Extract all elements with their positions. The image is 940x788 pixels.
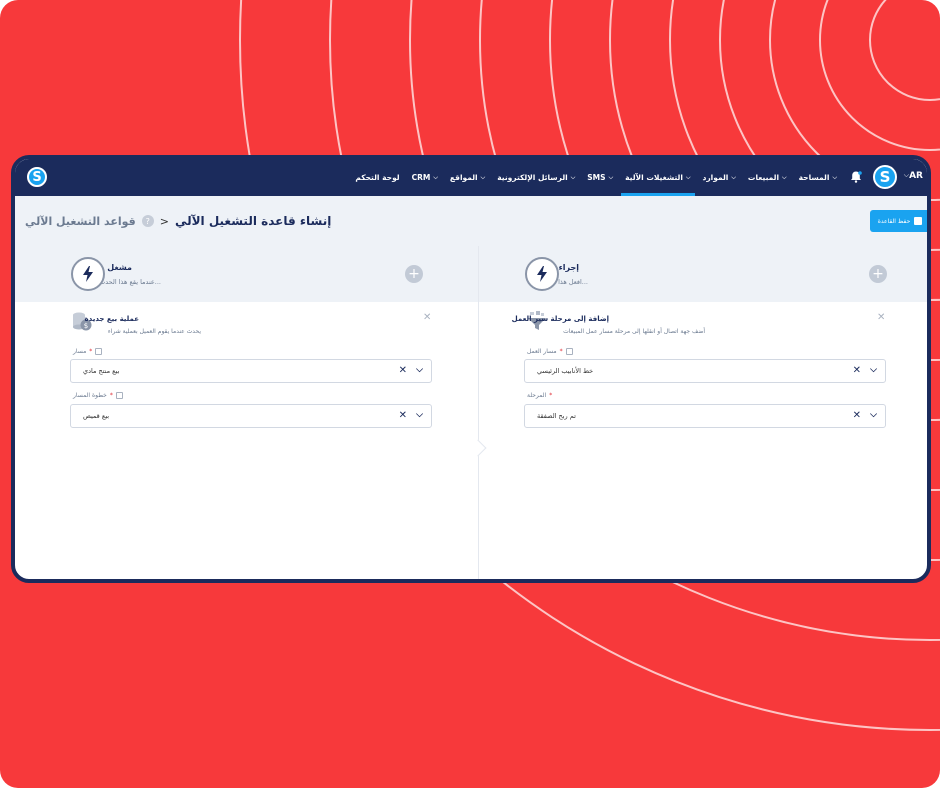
trigger-card-subtitle: يحدث عندما يقوم العميل بعملية شراء: [107, 328, 201, 335]
bell-icon[interactable]: [849, 170, 863, 184]
action-card-title: إضافة إلى مرحلة سير العمل: [511, 315, 609, 323]
required-mark: *: [89, 348, 93, 355]
chevron-down-icon: ⌵: [608, 173, 614, 181]
trigger-panel-header: + مشغل عندما يقع هذا الحدث...: [15, 246, 478, 302]
nav-label: المواقع: [449, 173, 478, 182]
nav-item-resources[interactable]: الموارد ⌵: [697, 159, 742, 196]
trigger-step-select[interactable]: بيع قميص ✕ ⌵: [70, 404, 432, 428]
nav-item-sites[interactable]: المواقع ⌵: [444, 159, 491, 196]
trigger-subtitle: عندما يقع هذا الحدث...: [99, 278, 161, 286]
clear-icon[interactable]: ✕: [853, 410, 861, 421]
page-title: إنشاء قاعدة التشغيل الآلي: [174, 214, 332, 228]
breadcrumb-separator: <: [159, 214, 169, 228]
clear-icon[interactable]: ✕: [399, 410, 407, 421]
main-menu: المساحة ⌵ المبيعات ⌵ الموارد ⌵ التشغيلات ال…: [349, 159, 843, 196]
select-value: تم ربح الصفقة: [537, 412, 576, 420]
svg-text:$: $: [84, 322, 88, 330]
nav-label: SMS: [587, 173, 606, 182]
nav-label: المساحة: [798, 173, 830, 182]
action-pipeline-select[interactable]: خط الأنابيب الرئيسي ✕ ⌵: [524, 359, 886, 383]
chevron-down-icon[interactable]: ⌵: [870, 410, 877, 420]
chevron-down-icon: ⌵: [480, 173, 486, 181]
lightning-icon: [71, 257, 105, 291]
chevron-down-icon: ⌵: [570, 173, 576, 181]
page-header: إنشاء قاعدة التشغيل الآلي < ? قواعد التش…: [15, 196, 927, 246]
chevron-down-icon[interactable]: ⌵: [870, 365, 877, 375]
breadcrumb-parent-link[interactable]: قواعد التشغيل الآلي: [25, 215, 136, 228]
save-rule-button[interactable]: حفظ القاعدة: [870, 210, 927, 232]
select-value: بيع منتج مادي: [83, 367, 120, 375]
nav-item-emails[interactable]: الرسائل الإلكترونية ⌵: [491, 159, 581, 196]
close-icon[interactable]: ✕: [423, 312, 431, 323]
add-action-button[interactable]: +: [869, 265, 887, 283]
chevron-down-icon: ⌵: [782, 173, 787, 181]
save-icon: [914, 217, 923, 225]
field-label-text: خطوة المسار: [73, 392, 107, 399]
action-field-label-stage: المرحلة *: [527, 392, 552, 399]
action-title: إجراء: [558, 263, 579, 272]
user-avatar[interactable]: S: [873, 165, 897, 189]
select-value: بيع قميص: [83, 412, 110, 420]
add-trigger-button[interactable]: +: [405, 265, 423, 283]
panel-divider: [478, 246, 479, 579]
chevron-down-icon[interactable]: ⌵: [416, 365, 423, 375]
clear-icon[interactable]: ✕: [853, 365, 861, 376]
chevron-down-icon[interactable]: ⌵: [416, 410, 423, 420]
trigger-field-label-step: خطوة المسار *: [73, 392, 123, 399]
action-card-subtitle: أضف جهة اتصال أو انقلها إلى مرحلة مسار ع…: [563, 328, 705, 335]
nav-item-space[interactable]: المساحة ⌵: [793, 159, 843, 196]
external-link-icon[interactable]: [115, 392, 123, 399]
save-button-label: حفظ القاعدة: [877, 217, 911, 225]
nav-label: CRM: [411, 173, 431, 182]
top-navbar: S المساحة ⌵ المبيعات ⌵ الموارد ⌵ التشغيلات …: [15, 159, 927, 196]
select-value: خط الأنابيب الرئيسي: [537, 367, 594, 375]
nav-item-sales[interactable]: المبيعات ⌵: [742, 159, 793, 196]
action-field-label-pipeline: مسار العمل *: [527, 348, 573, 355]
nav-label: الموارد: [702, 173, 729, 182]
lightning-icon: [525, 257, 559, 291]
action-stage-select[interactable]: تم ربح الصفقة ✕ ⌵: [524, 404, 886, 428]
clear-icon[interactable]: ✕: [399, 365, 407, 376]
required-mark: *: [109, 392, 113, 399]
nav-item-crm[interactable]: CRM ⌵: [406, 159, 444, 196]
help-icon[interactable]: ?: [141, 215, 154, 227]
action-subtitle: افعل هذا...: [558, 278, 588, 286]
trigger-path-select[interactable]: بيع منتج مادي ✕ ⌵: [70, 359, 432, 383]
app-window: S المساحة ⌵ المبيعات ⌵ الموارد ⌵ التشغيلات …: [11, 155, 931, 583]
required-mark: *: [559, 348, 563, 355]
trigger-title: مشغل: [107, 263, 132, 272]
breadcrumb: إنشاء قاعدة التشغيل الآلي < ? قواعد التش…: [25, 212, 331, 230]
chevron-down-icon: ⌵: [685, 173, 691, 181]
required-mark: *: [549, 392, 553, 399]
language-switch[interactable]: AR: [909, 171, 923, 181]
nav-label: المبيعات: [747, 173, 780, 182]
nav-label: لوحة التحكم: [355, 173, 400, 182]
nav-label: الرسائل الإلكترونية: [497, 173, 568, 182]
external-link-icon[interactable]: [95, 348, 103, 355]
nav-item-automations[interactable]: التشغيلات الآلية ⌵: [619, 159, 696, 196]
trigger-card-title: عملية بيع جديدة: [84, 315, 139, 323]
external-link-icon[interactable]: [565, 348, 573, 355]
panel-divider-notch: [469, 439, 487, 457]
nav-label: التشغيلات الآلية: [625, 173, 683, 182]
app-logo[interactable]: S: [27, 167, 47, 187]
field-label-text: المرحلة: [527, 392, 547, 399]
field-label-text: مسار العمل: [527, 348, 557, 355]
chevron-down-icon: ⌵: [433, 173, 438, 181]
chevron-down-icon: ⌵: [832, 173, 837, 181]
trigger-field-label-path: مسار *: [73, 348, 103, 355]
field-label-text: مسار: [73, 348, 87, 355]
action-panel-header: + إجراء افعل هذا...: [479, 246, 927, 302]
nav-item-dashboard[interactable]: لوحة التحكم: [349, 159, 405, 196]
close-icon[interactable]: ✕: [877, 312, 885, 323]
nav-item-sms[interactable]: SMS ⌵: [581, 159, 619, 196]
chevron-down-icon: ⌵: [731, 173, 736, 181]
